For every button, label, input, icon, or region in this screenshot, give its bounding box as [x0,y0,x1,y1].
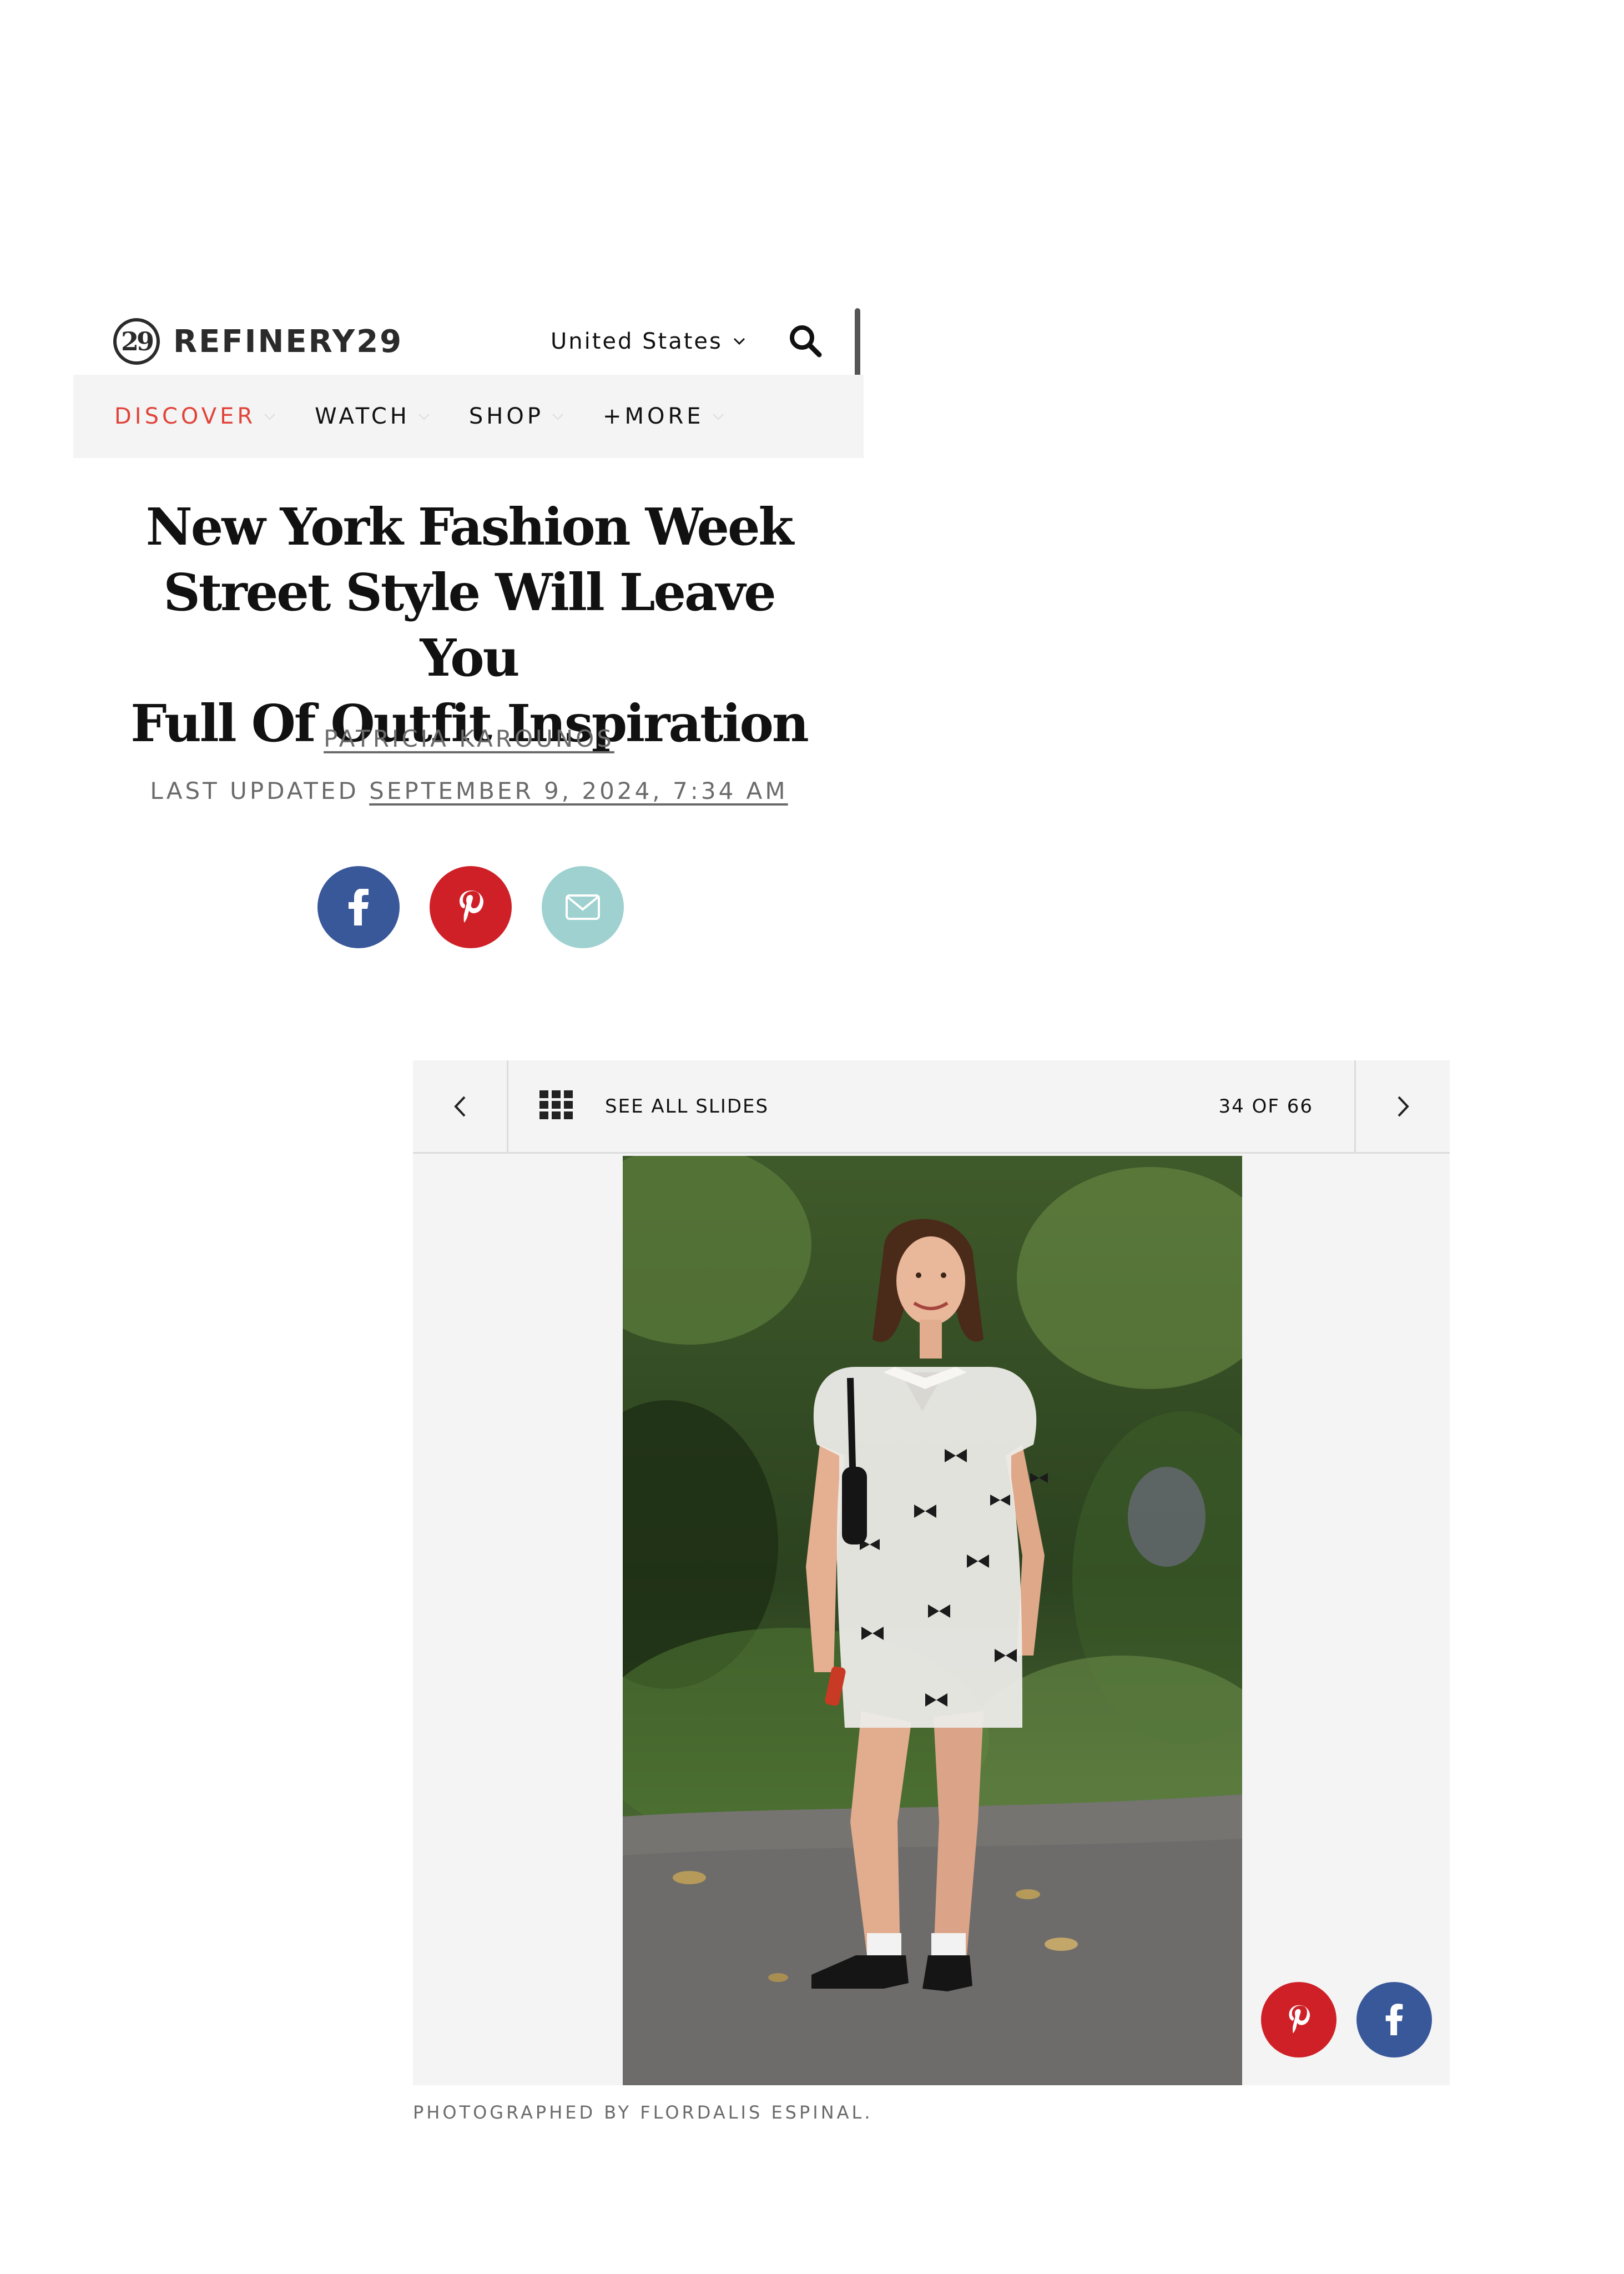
title-line: New York Fashion Week [145,497,794,557]
next-slide-button[interactable] [1354,1060,1450,1152]
facebook-icon [1385,2004,1403,2036]
logo-wordmark: REFINERY29 [173,323,404,360]
chevron-down-icon [733,338,745,345]
pinterest-icon [460,891,483,923]
previous-slide-button[interactable] [413,1060,508,1152]
author-link[interactable]: PATRICIA KAROUNOS [324,725,614,752]
title-line: Street Style Will Leave You [163,562,776,688]
scrollbar-thumb[interactable] [855,308,860,383]
chevron-down-icon [552,414,563,420]
slide-counter: 34 OF 66 [1218,1095,1313,1118]
street-style-photo [623,1156,1242,2085]
grid-icon[interactable] [539,1090,573,1119]
nav-item-label: SHOP [468,404,544,429]
chevron-down-icon [712,414,724,420]
photo-credit: PHOTOGRAPHED BY FLORDALIS ESPINAL. [413,2102,873,2123]
country-selector[interactable]: United States [551,308,746,375]
search-icon[interactable] [787,323,824,359]
pinterest-icon [1289,2005,1310,2034]
nav-item-label: +MORE [602,404,704,429]
slide-facebook-button[interactable] [1356,1982,1432,2057]
logo-mark-icon: 29 [113,318,160,365]
slide-pinterest-button[interactable] [1261,1982,1336,2057]
top-bar: 29 REFINERY29 United States [73,308,864,383]
nav-item-discover[interactable]: DISCOVER [114,404,276,429]
updated-prefix: LAST UPDATED [150,777,359,804]
email-icon [566,894,600,920]
chevron-left-icon [453,1096,465,1116]
country-label: United States [551,329,723,354]
article-title: New York Fashion Week Street Style Will … [111,494,827,756]
chevron-down-icon [418,414,430,420]
nav-item-shop[interactable]: SHOP [469,404,564,429]
slide-photo [623,1156,1242,2085]
see-all-slides-button[interactable]: SEE ALL SLIDES [605,1060,769,1152]
nav-item-watch[interactable]: WATCH [315,404,430,429]
chevron-down-icon [264,414,275,420]
site-logo[interactable]: 29 REFINERY29 [113,308,403,375]
slideshow: SEE ALL SLIDES 34 OF 66 [413,1060,1450,2085]
nav-item-label: WATCH [315,404,410,429]
main-nav: DISCOVER WATCH SHOP +MORE [73,375,864,458]
slideshow-toolbar: SEE ALL SLIDES 34 OF 66 [413,1060,1450,1154]
facebook-icon [349,889,369,925]
last-updated: LAST UPDATED SEPTEMBER 9, 2024, 7:34 AM [111,777,827,804]
chevron-right-icon [1398,1096,1409,1116]
nav-item-more[interactable]: +MORE [603,404,724,429]
byline: PATRICIA KAROUNOS [111,725,827,752]
share-pinterest-button[interactable] [430,866,512,948]
site-header: 29 REFINERY29 United States DISCOVER WAT… [73,308,864,458]
share-facebook-button[interactable] [317,866,400,948]
share-email-button[interactable] [542,866,624,948]
updated-date-link[interactable]: SEPTEMBER 9, 2024, 7:34 AM [369,777,788,804]
nav-item-label: DISCOVER [114,404,256,429]
